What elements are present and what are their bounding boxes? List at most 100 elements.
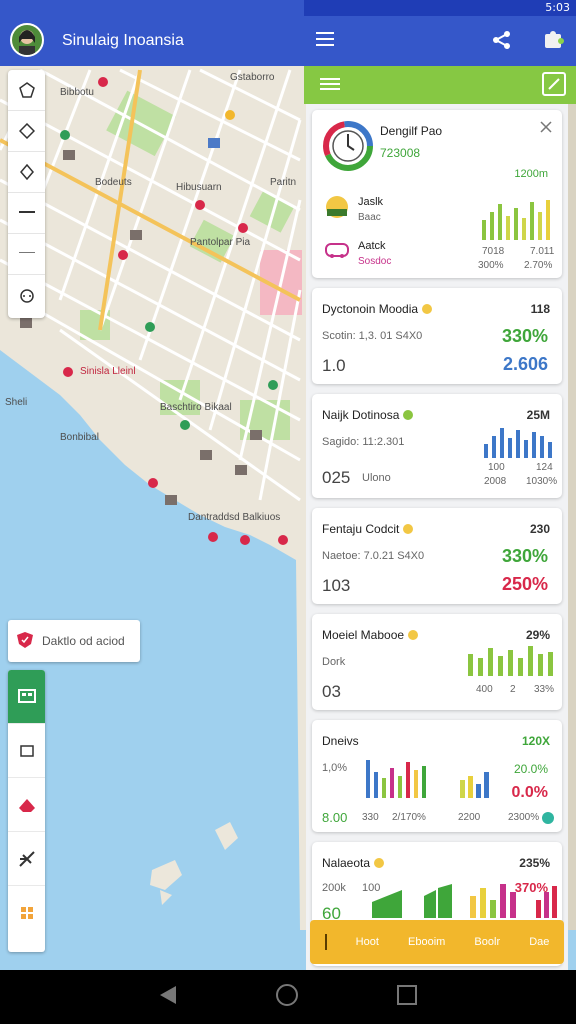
stat-card[interactable]: Fentaju Codcit 230 Naetoe: 7.0.21 S4X0 3… [312, 508, 562, 604]
system-nav-bar [0, 970, 576, 1024]
stat-card[interactable]: Moeiel Mabooe 29% Dork 400 2 33% 03 [312, 614, 562, 710]
map-label: Gstaborro [230, 72, 275, 83]
gauge-icon [323, 121, 373, 171]
card-title: Dyctonoin Moodia [322, 302, 419, 316]
card-secondary-value: 2.606 [502, 354, 548, 374]
edit-icon[interactable] [542, 72, 566, 96]
panel-toolbar [304, 66, 576, 104]
bottom-tab[interactable]: Dae [529, 936, 549, 948]
card-bars [372, 884, 557, 918]
card-top-value: 235% [519, 856, 550, 870]
shield-icon [16, 631, 34, 652]
card-title: Moeiel Mabooe [322, 628, 405, 642]
card-title: Dneivs [322, 734, 359, 748]
card-title: Naijk Dotinosa [322, 408, 400, 422]
map-label: Bibbotu [60, 87, 94, 98]
stat-card[interactable]: Dyctonoin Moodia 118 Scotin: 1,3. 01 S4X… [312, 288, 562, 384]
summary-top-value: 1200m [514, 168, 548, 180]
bottom-tab[interactable]: Boolr [474, 936, 500, 948]
card-big-value: 103 [322, 576, 351, 595]
badge-icon [408, 630, 419, 640]
badge-icon [403, 524, 414, 534]
badge-icon [422, 304, 433, 314]
map-label: Sheli [5, 397, 27, 408]
stat-card[interactable]: Dneivs 120X 1,0% 20.0% 0.0% 8.00 330 2/1… [312, 720, 562, 832]
map-label: Bonbibal [60, 432, 99, 443]
card-foot1: 400 [476, 684, 493, 695]
card-foot1: 330 [362, 812, 379, 823]
app-header: Sinulaig Inoansia [0, 0, 304, 66]
card-big-value: 1.0 [322, 356, 346, 375]
avatar-image [12, 25, 42, 55]
menu-icon[interactable] [316, 32, 334, 46]
legend-label: Daktlo od aciod [42, 634, 125, 648]
layers-icon[interactable] [8, 111, 45, 152]
card-percent: 330% [501, 326, 548, 346]
app-title: Sinulaig Inoansia [62, 32, 184, 49]
card-title: Nalaeota [322, 856, 371, 870]
card-foot2: 124 [536, 462, 553, 473]
tool-map[interactable] [8, 670, 45, 724]
summary-foot3: 300% [478, 260, 504, 271]
recents-icon[interactable] [396, 984, 418, 1011]
card-top-value: 118 [530, 302, 550, 316]
status-time: 5:03 [545, 1, 570, 14]
car-icon [325, 243, 349, 258]
avatar[interactable] [10, 23, 44, 57]
card-foot3: 2200 [458, 812, 481, 823]
compass-icon[interactable] [8, 152, 45, 193]
card-foot3: 2008 [484, 476, 507, 487]
info-icon[interactable] [542, 812, 554, 824]
map-label: Hibusuarn [176, 182, 222, 193]
tool-grid[interactable] [8, 886, 45, 940]
map-controls [8, 70, 45, 318]
panel-header [304, 16, 576, 66]
card-percent: 330% [501, 546, 548, 566]
card-top-value: 29% [525, 628, 550, 642]
summary-foot4: 2.70% [524, 260, 553, 271]
map-label: Sinisla Lleinl [80, 366, 136, 377]
card-title: Fentaju Codcit [322, 522, 400, 536]
card-foot4: 1030% [526, 476, 558, 487]
map-label: Pantolpar Pia [190, 237, 250, 248]
sunrise-icon [326, 196, 348, 218]
card-subtitle: Sagido: 11:2.301 [322, 436, 405, 448]
card-foot3: 33% [534, 684, 555, 695]
card-subtitle: 200k [322, 882, 346, 894]
card-secondary-value: 0.0% [511, 784, 548, 801]
tab-marker-icon [324, 934, 327, 950]
home-icon[interactable] [275, 983, 299, 1012]
zoom-out-icon[interactable] [8, 234, 45, 275]
card-subtitle: Dork [322, 656, 346, 668]
card-big-value: 025 [322, 468, 351, 487]
tool-alert[interactable] [8, 778, 45, 832]
summary-foot1: 7018 [482, 246, 505, 257]
status-bar: 5:03 [304, 0, 576, 16]
summary-card[interactable]: Dengilf Pao 723008 1200m Jaslk Baac Aatc… [312, 110, 562, 278]
list-icon[interactable] [320, 77, 340, 96]
card-bars [366, 760, 426, 798]
summary-subtitle: 723008 [380, 146, 421, 160]
card-bars [468, 646, 553, 676]
card-bars [484, 428, 552, 458]
tool-flight[interactable] [8, 832, 45, 886]
bottom-tab[interactable]: Ebooim [408, 936, 445, 948]
tool-layers[interactable] [8, 724, 45, 778]
bottom-tab[interactable]: Hoot [356, 936, 379, 948]
stats-panel: Dengilf Pao 723008 1200m Jaslk Baac Aatc… [306, 104, 568, 970]
summary-row1-title: Jaslk [358, 196, 384, 208]
close-icon[interactable] [540, 120, 552, 138]
stat-card[interactable]: Naijk Dotinosa 25M Sagido: 11:2.301 100 … [312, 394, 562, 498]
card-top-value: 120X [521, 734, 550, 748]
more-icon[interactable] [8, 275, 45, 316]
card-top-value: 25M [526, 408, 550, 422]
map-legend[interactable]: Daktlo od aciod [8, 620, 140, 662]
card-percent: 20.0% [513, 762, 548, 776]
map-label: Dantraddsd Balkiuos [188, 512, 280, 523]
bottom-tabs: Hoot Ebooim Boolr Dae [310, 920, 564, 964]
puzzle-icon[interactable] [542, 28, 566, 57]
locate-icon[interactable] [8, 70, 45, 111]
share-icon[interactable] [492, 30, 512, 55]
zoom-in-icon[interactable] [8, 193, 45, 234]
back-icon[interactable] [158, 984, 178, 1011]
